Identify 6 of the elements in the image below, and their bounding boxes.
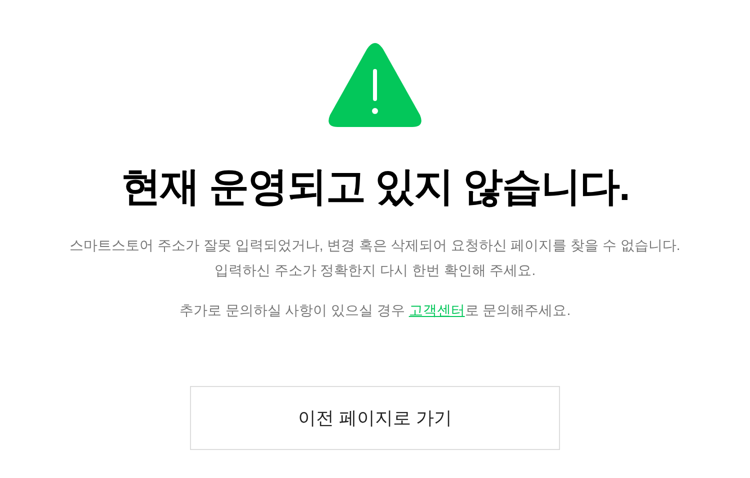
description-text: 스마트스토어 주소가 잘못 입력되었거나, 변경 혹은 삭제되어 요청하신 페이지를 찾을 수 없습니다.: [70, 236, 680, 255]
contact-text: 추가로 문의하실 사항이 있으실 경우 고객센터 로 문의해주세요.: [179, 301, 571, 320]
warning-icon: [327, 43, 423, 129]
description-text: 입력하신 주소가 정확한지 다시 한번 확인해 주세요.: [214, 261, 536, 280]
page-title: 현재 운영되고 있지 않습니다.: [120, 164, 630, 211]
back-button[interactable]: 이전 페이지로 가기: [190, 386, 560, 450]
